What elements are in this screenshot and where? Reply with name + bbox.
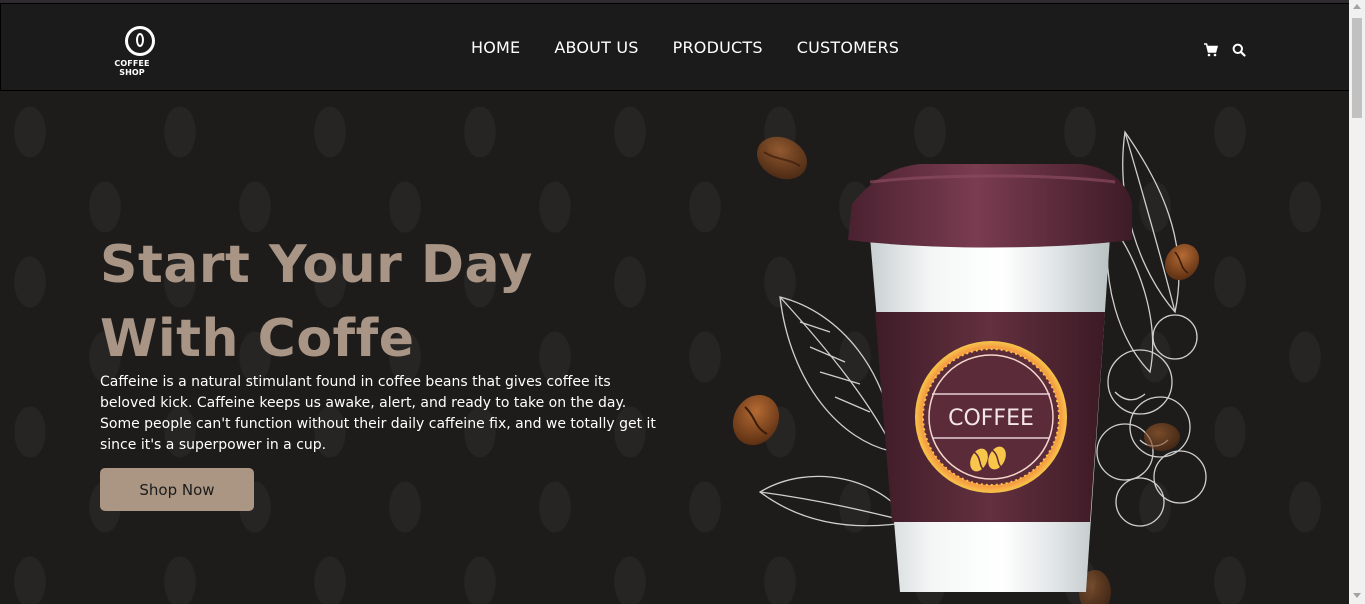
hero-section: Start Your Day With Coffe Caffeine is a … — [0, 92, 1349, 604]
page: COFFEE SHOP HOME ABOUT US PRODUCTS CUSTO… — [0, 0, 1365, 604]
hero-title: Start Your Day With Coffe — [100, 228, 620, 376]
scroll-thumb[interactable] — [1352, 18, 1362, 118]
logo[interactable]: COFFEE SHOP — [101, 26, 163, 77]
shop-now-button[interactable]: Shop Now — [100, 468, 254, 511]
scroll-up-arrow-icon[interactable] — [1353, 4, 1361, 9]
vertical-scrollbar[interactable] — [1349, 0, 1365, 604]
nav-customers[interactable]: CUSTOMERS — [797, 38, 899, 57]
coffee-cup-illustration: COFFEE — [732, 130, 1207, 604]
hero-title-line-1: Start Your Day — [100, 235, 533, 295]
logo-text: COFFEE SHOP — [114, 59, 150, 77]
coffee-badge: COFFEE — [915, 341, 1067, 493]
cart-icon[interactable] — [1204, 42, 1219, 57]
search-icon[interactable] — [1232, 42, 1246, 57]
nav-products[interactable]: PRODUCTS — [673, 38, 763, 57]
nav-about-us[interactable]: ABOUT US — [554, 38, 638, 57]
hero-description: Caffeine is a natural stimulant found in… — [100, 374, 656, 453]
hero-title-line-2: With Coffe — [100, 309, 415, 369]
coffee-bean-icon — [136, 33, 144, 47]
cup-label: COFFEE — [948, 406, 1034, 431]
site-header: COFFEE SHOP HOME ABOUT US PRODUCTS CUSTO… — [0, 3, 1349, 91]
main-nav: HOME ABOUT US PRODUCTS CUSTOMERS — [471, 38, 899, 57]
scroll-down-arrow-icon[interactable] — [1353, 593, 1361, 598]
header-icons — [1204, 42, 1246, 57]
nav-home[interactable]: HOME — [471, 38, 520, 57]
